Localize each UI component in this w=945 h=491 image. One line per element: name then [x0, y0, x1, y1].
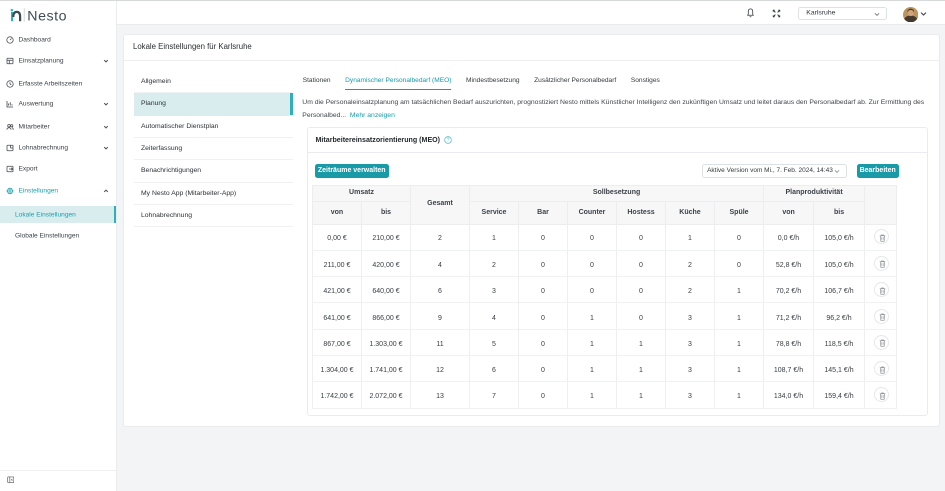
svg-text:?: ? [447, 137, 450, 143]
svg-text:Nesto: Nesto [27, 8, 67, 23]
